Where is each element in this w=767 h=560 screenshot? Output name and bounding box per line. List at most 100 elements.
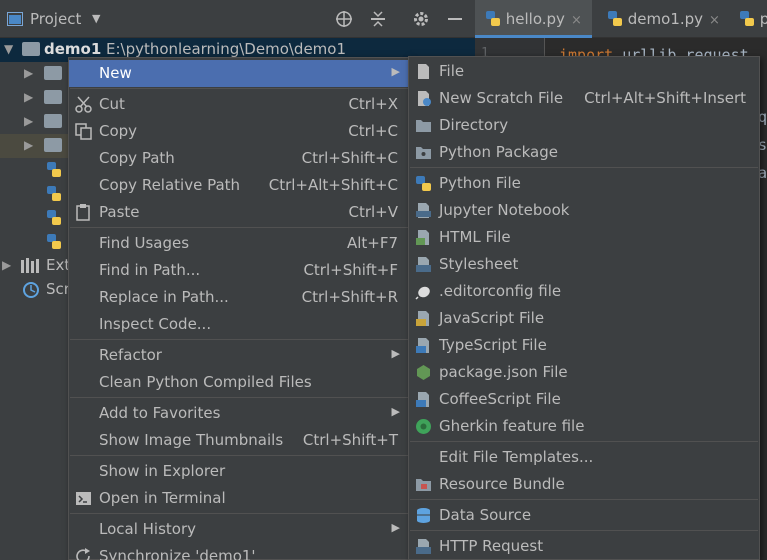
folder-icon bbox=[44, 138, 62, 152]
new-item-stylesheet[interactable]: Stylesheet bbox=[409, 251, 759, 278]
menu-item-copy[interactable]: Copy Ctrl+C bbox=[69, 118, 409, 145]
external-libraries-label: Ext bbox=[46, 256, 71, 274]
menu-item-label: Synchronize 'demo1' bbox=[99, 547, 256, 560]
new-item-scratch-file[interactable]: New Scratch File Ctrl+Alt+Shift+Insert bbox=[409, 85, 759, 112]
nodejs-hexagon-icon bbox=[417, 365, 430, 380]
menu-item-label: Stylesheet bbox=[439, 255, 519, 273]
menu-separator bbox=[70, 513, 408, 514]
menu-item-find-usages[interactable]: Find Usages Alt+F7 bbox=[69, 230, 409, 257]
folder-icon bbox=[22, 42, 40, 56]
locate-crosshair-icon[interactable] bbox=[335, 10, 353, 28]
menu-item-copy-path[interactable]: Copy Path Ctrl+Shift+C bbox=[69, 145, 409, 172]
expand-arrow-icon[interactable]: ▼ bbox=[4, 42, 13, 56]
jupyter-notebook-icon bbox=[416, 203, 431, 218]
tab-label: hello.py bbox=[505, 10, 565, 28]
menu-item-shortcut: Ctrl+C bbox=[348, 122, 398, 140]
menu-item-refactor[interactable]: Refactor ▶ bbox=[69, 342, 409, 369]
collapsed-arrow-icon[interactable]: ▶ bbox=[24, 90, 33, 104]
collapsed-arrow-icon[interactable]: ▶ bbox=[24, 114, 33, 128]
python-file-icon bbox=[740, 11, 754, 26]
new-item-python-file[interactable]: Python File bbox=[409, 170, 759, 197]
root-folder-path: E:\pythonlearning\Demo\demo1 bbox=[106, 40, 347, 58]
folder-icon bbox=[416, 120, 431, 132]
close-tab-icon[interactable]: × bbox=[571, 13, 582, 28]
submenu-arrow-icon: ▶ bbox=[391, 405, 400, 418]
menu-item-copy-relative-path[interactable]: Copy Relative Path Ctrl+Alt+Shift+C bbox=[69, 172, 409, 199]
menu-item-label: Python File bbox=[439, 174, 521, 192]
python-file-icon bbox=[47, 234, 61, 249]
hide-minimize-icon[interactable] bbox=[446, 10, 464, 28]
menu-item-shortcut: Ctrl+Shift+T bbox=[302, 431, 398, 449]
collapsed-arrow-icon[interactable]: ▶ bbox=[2, 258, 11, 272]
root-folder-name: demo1 bbox=[44, 40, 102, 58]
html-file-icon bbox=[416, 230, 429, 245]
file-icon bbox=[418, 64, 429, 79]
scratch-file-icon bbox=[418, 91, 431, 106]
menu-item-cut[interactable]: Cut Ctrl+X bbox=[69, 91, 409, 118]
tab-partial[interactable]: p bbox=[735, 0, 767, 38]
menu-item-label: HTML File bbox=[439, 228, 511, 246]
new-submenu: File New Scratch File Ctrl+Alt+Shift+Ins… bbox=[408, 56, 760, 560]
typescript-file-icon bbox=[416, 338, 429, 353]
close-tab-icon[interactable]: × bbox=[709, 13, 720, 28]
tab-demo1-py[interactable]: demo1.py × bbox=[599, 0, 729, 38]
menu-item-new[interactable]: New ▶ bbox=[69, 60, 409, 87]
new-item-editorconfig[interactable]: .editorconfig file bbox=[409, 278, 759, 305]
menu-item-label: Jupyter Notebook bbox=[439, 201, 570, 219]
project-view-dropdown-icon[interactable]: ▼ bbox=[92, 12, 100, 25]
tab-label: p bbox=[759, 10, 767, 28]
menu-item-label: Directory bbox=[439, 116, 509, 134]
menu-item-find-in-path[interactable]: Find in Path... Ctrl+Shift+F bbox=[69, 257, 409, 284]
css-file-icon bbox=[416, 257, 431, 272]
new-item-file[interactable]: File bbox=[409, 58, 759, 85]
new-item-gherkin-feature[interactable]: Gherkin feature file bbox=[409, 413, 759, 440]
menu-item-label: Show Image Thumbnails bbox=[99, 431, 284, 449]
menu-item-paste[interactable]: Paste Ctrl+V bbox=[69, 199, 409, 226]
collapsed-arrow-icon[interactable]: ▶ bbox=[24, 138, 33, 152]
new-item-javascript-file[interactable]: JavaScript File bbox=[409, 305, 759, 332]
menu-item-synchronize[interactable]: Synchronize 'demo1' bbox=[69, 543, 409, 560]
scratches-clock-icon bbox=[23, 282, 39, 298]
menu-item-show-image-thumbnails[interactable]: Show Image Thumbnails Ctrl+Shift+T bbox=[69, 427, 409, 454]
menu-item-inspect-code[interactable]: Inspect Code... bbox=[69, 311, 409, 338]
menu-item-label: HTTP Request bbox=[439, 537, 544, 555]
new-item-directory[interactable]: Directory bbox=[409, 112, 759, 139]
submenu-arrow-icon: ▶ bbox=[391, 521, 400, 534]
copy-icon bbox=[75, 123, 92, 140]
menu-item-shortcut: Ctrl+Alt+Shift+C bbox=[268, 176, 398, 194]
menu-item-shortcut: Ctrl+Shift+F bbox=[303, 261, 398, 279]
menu-item-clean-python-compiled[interactable]: Clean Python Compiled Files bbox=[69, 369, 409, 396]
new-item-python-package[interactable]: Python Package bbox=[409, 139, 759, 166]
project-view-title[interactable]: Project bbox=[30, 10, 81, 28]
new-item-coffeescript-file[interactable]: CoffeeScript File bbox=[409, 386, 759, 413]
menu-item-label: Edit File Templates... bbox=[439, 448, 594, 466]
menu-item-replace-in-path[interactable]: Replace in Path... Ctrl+Shift+R bbox=[69, 284, 409, 311]
menu-item-show-in-explorer[interactable]: Show in Explorer bbox=[69, 458, 409, 485]
database-icon bbox=[417, 508, 430, 523]
gear-icon[interactable] bbox=[412, 10, 430, 28]
python-file-icon bbox=[486, 11, 500, 26]
new-item-package-json[interactable]: package.json File bbox=[409, 359, 759, 386]
scratches-label: Scr bbox=[46, 280, 70, 298]
new-item-typescript-file[interactable]: TypeScript File bbox=[409, 332, 759, 359]
new-item-html-file[interactable]: HTML File bbox=[409, 224, 759, 251]
scissors-icon bbox=[75, 96, 92, 113]
javascript-file-icon bbox=[416, 311, 429, 326]
menu-separator bbox=[70, 227, 408, 228]
menu-item-add-to-favorites[interactable]: Add to Favorites ▶ bbox=[69, 400, 409, 427]
tab-label: demo1.py bbox=[627, 10, 704, 28]
collapsed-arrow-icon[interactable]: ▶ bbox=[24, 66, 33, 80]
menu-item-local-history[interactable]: Local History ▶ bbox=[69, 516, 409, 543]
new-item-resource-bundle[interactable]: Resource Bundle bbox=[409, 471, 759, 498]
tab-hello-py[interactable]: hello.py × bbox=[475, 0, 592, 38]
new-item-edit-file-templates[interactable]: Edit File Templates... bbox=[409, 444, 759, 471]
collapse-all-icon[interactable] bbox=[369, 10, 387, 28]
submenu-arrow-icon: ▶ bbox=[391, 347, 400, 360]
new-item-jupyter-notebook[interactable]: Jupyter Notebook bbox=[409, 197, 759, 224]
menu-item-label: Clean Python Compiled Files bbox=[99, 373, 312, 391]
menu-item-open-in-terminal[interactable]: Open in Terminal bbox=[69, 485, 409, 512]
new-item-http-request[interactable]: HTTP Request bbox=[409, 533, 759, 560]
submenu-arrow-icon: ▶ bbox=[391, 65, 400, 78]
new-item-data-source[interactable]: Data Source bbox=[409, 502, 759, 529]
folder-icon bbox=[44, 66, 62, 80]
